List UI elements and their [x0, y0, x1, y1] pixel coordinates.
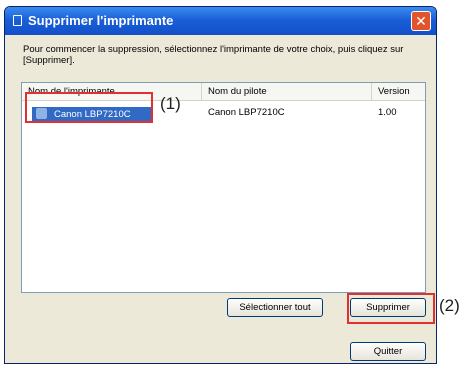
annotation-marker-2: (2): [439, 296, 460, 315]
driver-version: 1.00: [378, 107, 397, 118]
annotation-marker-1: (1): [160, 94, 181, 113]
driver-name: Canon LBP7210C: [208, 107, 285, 118]
column-header-driver-name[interactable]: Nom du pilote: [202, 83, 372, 100]
instruction-text: Pour commencer la suppression, sélection…: [23, 44, 404, 66]
title-bar: Supprimer l'imprimante ✕: [5, 7, 436, 35]
quit-button[interactable]: Quitter: [350, 342, 426, 361]
select-all-button[interactable]: Sélectionner tout: [227, 298, 323, 317]
column-header-version[interactable]: Version: [372, 83, 427, 100]
highlight-box-2: [347, 293, 435, 324]
highlight-box-1: [25, 92, 153, 123]
window-icon: [13, 15, 22, 26]
close-button[interactable]: ✕: [411, 11, 431, 31]
dialog-title: Supprimer l'imprimante: [28, 13, 174, 28]
